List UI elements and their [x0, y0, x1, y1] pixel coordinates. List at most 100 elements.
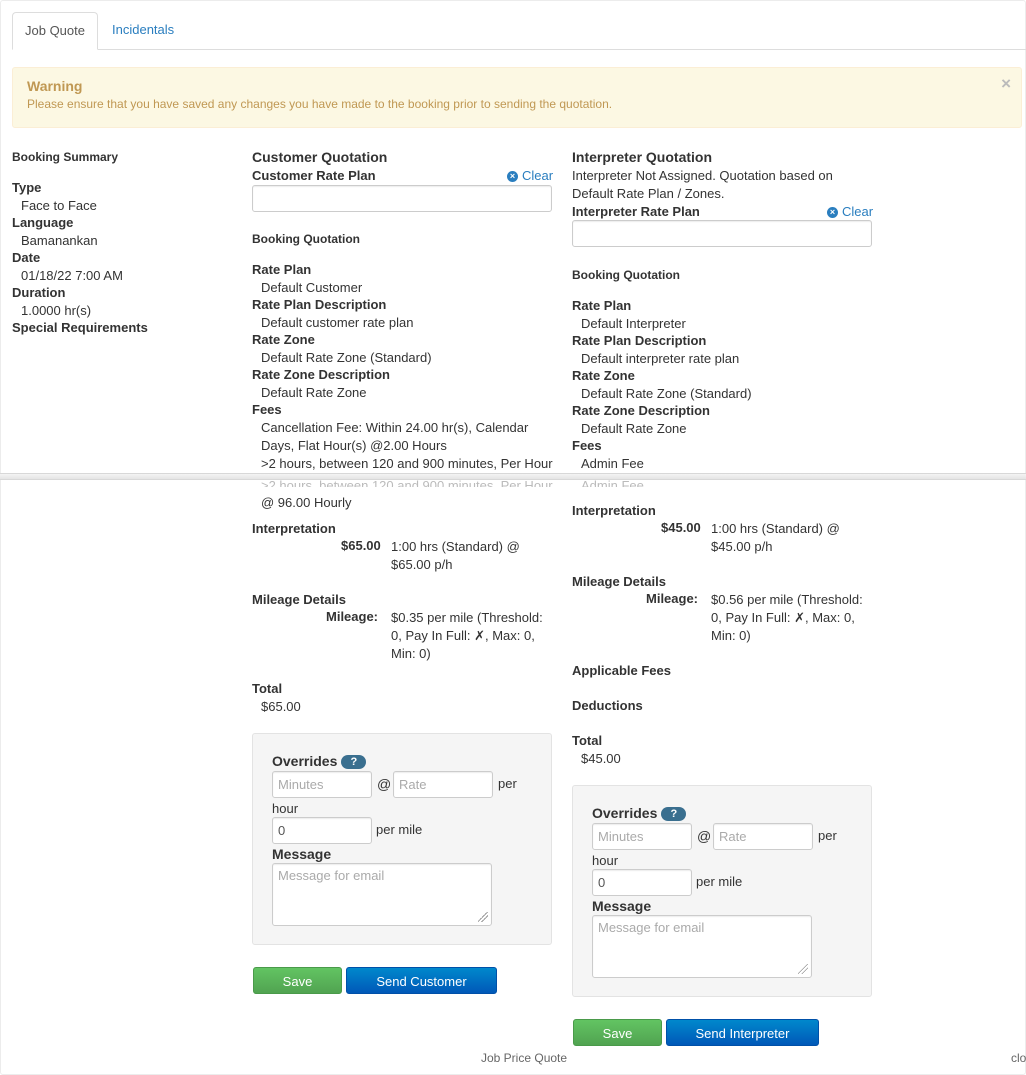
customer-save-quote-button[interactable]: Save Quote [253, 967, 342, 1016]
customer-rate-plan-desc-value: Default customer rate plan [261, 315, 414, 330]
per-label: per [818, 828, 837, 843]
interpreter-rate-zone-desc-value: Default Rate Zone [581, 421, 687, 436]
resize-handle-icon[interactable] [798, 964, 808, 974]
customer-message-textarea[interactable] [272, 863, 492, 926]
per-label: per [498, 776, 517, 791]
customer-overrides-panel: Overrides? @ per hour per mile Message [252, 733, 552, 945]
interpreter-message-label: Message [592, 898, 652, 914]
customer-rate-input[interactable] [393, 771, 493, 798]
customer-booking-quotation-heading: Booking Quotation [252, 232, 360, 246]
date-value: 01/18/22 7:00 AM [21, 268, 123, 283]
cross-icon: ✗ [794, 610, 805, 625]
customer-rate-plan-desc-title: Rate Plan Description [252, 297, 387, 312]
customer-mileage-label: Mileage: [326, 609, 379, 624]
customer-interpretation-detail: 1:00 hrs (Standard) @ [391, 539, 520, 554]
interpreter-clear-link[interactable]: × Clear [827, 204, 873, 219]
tab-incidentals[interactable]: Incidentals [100, 12, 186, 48]
ghost-text: >2 hours, between 120 and 900 minutes, P… [261, 478, 553, 487]
interpreter-note-line: Default Rate Plan / Zones. [572, 186, 725, 201]
customer-clear-link[interactable]: × Clear [507, 168, 553, 183]
interpreter-rate-input[interactable] [713, 823, 813, 850]
date-label: Date [12, 250, 41, 265]
interpreter-mileage-detail: Min: 0) [711, 628, 751, 643]
customer-fee-line: >2 hours, between 120 and 900 minutes, P… [261, 456, 553, 471]
customer-rate-plan-title: Rate Plan [252, 262, 312, 277]
interpreter-mileage-details-title: Mileage Details [572, 574, 666, 589]
interpreter-save-quote-button[interactable]: Save Quote [573, 1019, 662, 1068]
customer-interpretation-amount: $65.00 [341, 538, 381, 553]
interpreter-mileage-label: Mileage: [646, 591, 699, 606]
interpreter-interpretation-title: Interpretation [572, 503, 656, 518]
customer-quotation-heading: Customer Quotation [252, 149, 388, 165]
customer-rate-plan-input[interactable] [252, 185, 552, 212]
type-label: Type [12, 180, 42, 195]
customer-mile-input[interactable] [272, 817, 372, 844]
customer-interpretation-detail: $65.00 p/h [391, 557, 453, 572]
customer-total-value: $65.00 [261, 699, 301, 714]
duration-value: 1.0000 hr(s) [21, 303, 92, 318]
deductions-title: Deductions [572, 698, 643, 713]
warning-alert: Warning Please ensure that you have save… [12, 67, 1022, 128]
interpreter-interpretation-amount: $45.00 [661, 520, 701, 535]
clear-icon: × [827, 207, 838, 218]
interpreter-rate-plan-label: Interpreter Rate Plan [572, 204, 700, 219]
interpreter-interpretation-detail: $45.00 p/h [711, 539, 773, 554]
interpreter-message-textarea[interactable] [592, 915, 812, 978]
language-label: Language [12, 215, 74, 230]
customer-fee-line: Cancellation Fee: Within 24.00 hr(s), Ca… [261, 420, 529, 435]
close-button[interactable]: clo [1011, 1051, 1026, 1065]
at-sign: @ [377, 776, 392, 792]
per-mile-label: per mile [376, 822, 423, 837]
ghost-text: Admin Fee [581, 478, 644, 487]
send-customer-quote-button[interactable]: Send Customer Quote [346, 967, 497, 1016]
customer-mileage-detail: Min: 0) [391, 646, 431, 661]
interpreter-rate-zone-value: Default Rate Zone (Standard) [581, 386, 752, 401]
hour-label: hour [272, 801, 299, 816]
warning-title: Warning [27, 78, 83, 94]
interpreter-rate-plan-input[interactable] [572, 220, 872, 247]
customer-rate-plan-value: Default Customer [261, 280, 363, 295]
interpreter-rate-plan-value: Default Interpreter [581, 316, 686, 331]
clear-icon: × [507, 171, 518, 182]
special-requirements-label: Special Requirements [12, 320, 148, 335]
interpreter-rate-plan-desc-value: Default interpreter rate plan [581, 351, 740, 366]
interpreter-overrides-panel: Overrides? @ per hour per mile Message [572, 785, 872, 997]
customer-minutes-input[interactable] [272, 771, 372, 798]
help-icon[interactable]: ? [341, 755, 367, 769]
interpreter-rate-plan-desc-title: Rate Plan Description [572, 333, 707, 348]
interpreter-fee-line: Admin Fee [581, 456, 644, 471]
hour-label: hour [592, 853, 619, 868]
per-mile-label: per mile [696, 874, 743, 889]
booking-summary-heading: Booking Summary [12, 150, 119, 164]
interpreter-minutes-input[interactable] [592, 823, 692, 850]
customer-message-label: Message [272, 846, 332, 862]
interpreter-note-line: Interpreter Not Assigned. Quotation base… [572, 168, 833, 183]
interpreter-total-title: Total [572, 733, 603, 748]
close-icon[interactable]: × [1001, 74, 1011, 94]
warning-text: Please ensure that you have saved any ch… [27, 97, 613, 111]
interpreter-overrides-label: Overrides? [592, 805, 687, 821]
interpreter-mile-input[interactable] [592, 869, 692, 896]
interpreter-total-value: $45.00 [581, 751, 621, 766]
footer-title: Job Price Quote [481, 1051, 568, 1065]
at-sign: @ [697, 828, 712, 844]
customer-rate-zone-value: Default Rate Zone (Standard) [261, 350, 432, 365]
customer-interpretation-title: Interpretation [252, 521, 336, 536]
customer-rate-zone-title: Rate Zone [252, 332, 315, 347]
interpreter-interpretation-detail: 1:00 hrs (Standard) @ [711, 521, 840, 536]
resize-handle-icon[interactable] [478, 912, 488, 922]
customer-rate-zone-desc-title: Rate Zone Description [252, 367, 390, 382]
interpreter-fees-title: Fees [572, 438, 602, 453]
tab-job-quote[interactable]: Job Quote [12, 12, 98, 50]
help-icon[interactable]: ? [661, 807, 687, 821]
applicable-fees-title: Applicable Fees [572, 663, 671, 678]
interpreter-mileage-detail: $0.56 per mile (Threshold: [711, 592, 863, 607]
tab-bar: Job Quote Incidentals [12, 12, 1026, 50]
customer-mileage-details-title: Mileage Details [252, 592, 346, 607]
customer-rate-plan-label: Customer Rate Plan [252, 168, 376, 183]
interpreter-rate-plan-title: Rate Plan [572, 298, 632, 313]
send-interpreter-quote-button[interactable]: Send Interpreter Quote [666, 1019, 819, 1068]
interpreter-rate-zone-title: Rate Zone [572, 368, 635, 383]
interpreter-rate-zone-desc-title: Rate Zone Description [572, 403, 710, 418]
customer-total-title: Total [252, 681, 283, 696]
